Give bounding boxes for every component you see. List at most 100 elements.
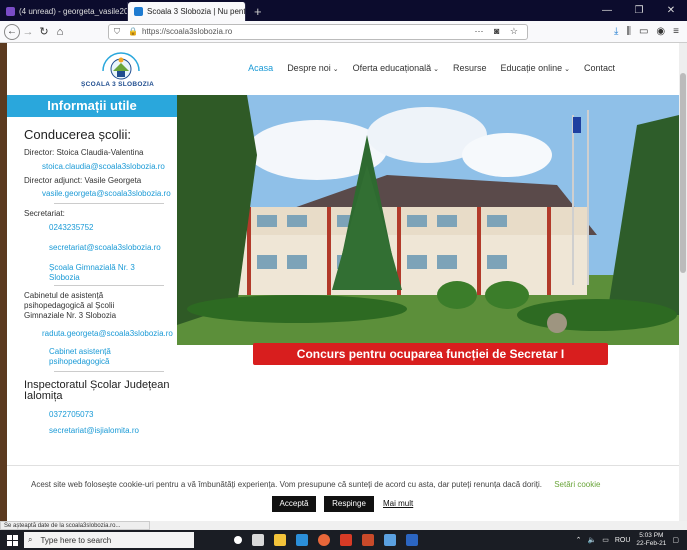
label-line: psihopedagogică al Școlii xyxy=(24,301,115,310)
word-icon[interactable] xyxy=(406,534,418,546)
menu-item-acasa[interactable]: Acasa xyxy=(248,63,273,73)
cookie-settings-link[interactable]: Setări cookie xyxy=(554,480,600,489)
secretariat-phone-link[interactable]: 0243235752 xyxy=(49,223,177,233)
director-email-link[interactable]: stoica.claudia@scoala3slobozia.ro xyxy=(42,162,177,172)
clock[interactable]: 5:03 PM 22-Feb-21 xyxy=(636,532,666,548)
link-line: Școala Gimnazială Nr. 3 xyxy=(49,263,135,272)
isj-heading: Inspectoratul Școlar Județean Ialomița xyxy=(24,380,177,402)
school-link[interactable]: Școala Gimnazială Nr. 3 Slobozia xyxy=(49,263,177,283)
volume-icon[interactable]: 🔈 xyxy=(587,536,596,544)
school-building-photo xyxy=(177,95,679,345)
vertical-scrollbar[interactable] xyxy=(679,43,687,521)
windows-taskbar: ⌕ Type here to search ⌃ 🔈 ▭ ROU 5:03 PM … xyxy=(0,530,687,550)
deputy-label: Director adjunct: Vasile Georgeta xyxy=(24,176,142,185)
shield-icon: ⛉ xyxy=(114,26,120,36)
site-favicon-icon xyxy=(134,7,143,16)
cortana-icon[interactable] xyxy=(234,536,242,544)
task-view-icon[interactable] xyxy=(252,534,264,546)
chevron-down-icon: ⌄ xyxy=(564,66,570,73)
secretariat-email-link[interactable]: secretariat@scoala3slobozia.ro xyxy=(49,243,177,253)
cookie-reject-button[interactable]: Respinge xyxy=(324,496,374,512)
file-explorer-icon[interactable] xyxy=(274,534,286,546)
search-icon: ⌕ xyxy=(28,535,33,544)
menu-item-oferta[interactable]: Oferta educațională ⌄ xyxy=(353,63,439,73)
clock-time: 5:03 PM xyxy=(639,532,664,539)
tab-school[interactable]: Scoala 3 Slobozia | Nu pentru ș... ✕ xyxy=(128,2,246,21)
cookie-consent-bar: Acest site web folosește cookie-uri pent… xyxy=(7,465,679,521)
language-indicator[interactable]: ROU xyxy=(615,537,631,544)
divider xyxy=(54,203,164,204)
site-header: ȘCOALA 3 SLOBOZIA Acasa Despre noi ⌄ Ofer… xyxy=(7,43,679,95)
horizontal-scrollbar[interactable] xyxy=(150,521,687,530)
close-window-icon[interactable]: ✕ xyxy=(655,5,687,16)
taskbar-apps xyxy=(234,534,418,546)
url-bar[interactable]: ⛉ 🔒 https://scoala3slobozia.ro ⋯ ◙ ☆ xyxy=(108,23,528,40)
divider xyxy=(54,285,164,286)
sidebar-icon[interactable]: ▭ xyxy=(639,26,648,37)
cabinet-email-link[interactable]: raduta.georgeta@scoala3slobozia.ro xyxy=(42,329,177,339)
menu-label: Oferta educațională xyxy=(352,63,432,73)
browser-tab-bar: (4 unread) - georgeta_vasile20... ✕ Scoa… xyxy=(0,0,687,21)
cabinet-link[interactable]: Cabinet asistență psihopedagogică xyxy=(49,347,177,367)
home-icon[interactable]: ⌂ xyxy=(52,26,68,38)
scrollbar-thumb[interactable] xyxy=(680,73,686,273)
menu-item-resurse[interactable]: Resurse xyxy=(453,63,487,73)
label-line: Gimnaziale Nr. 3 Slobozia xyxy=(24,311,117,320)
forward-arrow-icon[interactable]: → xyxy=(20,26,36,38)
network-icon[interactable]: ▭ xyxy=(602,536,609,544)
label-line: Cabinetul de asistență xyxy=(24,291,104,300)
browser-nav-bar: ← → ↻ ⌂ ⛉ 🔒 https://scoala3slobozia.ro ⋯… xyxy=(0,21,687,43)
link-line: psihopedagogică xyxy=(49,357,110,366)
isj-phone-link[interactable]: 0372705073 xyxy=(49,410,177,420)
firefox-icon[interactable] xyxy=(318,534,330,546)
reload-icon[interactable]: ↻ xyxy=(36,25,52,38)
web-page: ȘCOALA 3 SLOBOZIA Acasa Despre noi ⌄ Ofer… xyxy=(7,43,679,521)
status-bar: Se așteaptă date de la scoala3slobozia.r… xyxy=(0,521,150,530)
office-icon[interactable] xyxy=(340,534,352,546)
tab-label: (4 unread) - georgeta_vasile20... xyxy=(19,7,128,16)
download-icon[interactable]: ⤓ xyxy=(614,26,618,37)
link-line: Cabinet asistență xyxy=(49,347,111,356)
edge-icon[interactable] xyxy=(296,534,308,546)
cookie-message: Acest site web folosește cookie-uri pent… xyxy=(31,480,600,489)
windows-start-icon[interactable] xyxy=(0,530,24,550)
menu-item-despre-noi[interactable]: Despre noi ⌄ xyxy=(287,63,338,73)
minimize-icon[interactable]: — xyxy=(591,5,623,16)
info-sidebar: Informații utile Conducerea școlii: Dire… xyxy=(7,95,177,521)
isj-email-link[interactable]: secretariat@isjialomita.ro xyxy=(49,426,177,436)
chevron-down-icon: ⌄ xyxy=(332,66,339,73)
taskbar-search-input[interactable]: ⌕ Type here to search xyxy=(24,532,194,548)
toolbar-icons: ⤓ ⫼ ▭ ◉ ≡ xyxy=(614,26,683,37)
clock-date: 22-Feb-21 xyxy=(636,540,667,547)
chevron-up-icon[interactable]: ⌃ xyxy=(576,536,582,544)
photos-icon[interactable] xyxy=(384,534,396,546)
tab-email[interactable]: (4 unread) - georgeta_vasile20... ✕ xyxy=(0,2,128,21)
back-arrow-icon[interactable]: ← xyxy=(4,23,20,40)
cabinet-label: Cabinetul de asistență psihopedagogică al… xyxy=(24,291,177,321)
chevron-down-icon: ⌄ xyxy=(433,66,440,73)
director-label: Director: Stoica Claudia-Valentina xyxy=(24,148,144,157)
extension-icon[interactable]: ◉ xyxy=(656,26,665,37)
cookie-accept-button[interactable]: Acceptă xyxy=(272,496,316,512)
section-heading: Conducerea școlii: xyxy=(24,127,131,142)
mail-icon xyxy=(6,7,15,16)
menu-item-educatie-online[interactable]: Educație online ⌄ xyxy=(501,63,570,73)
deputy-email-link[interactable]: vasile.georgeta@scoala3slobozia.ro xyxy=(42,189,177,199)
cookie-text: Acest site web folosește cookie-uri pent… xyxy=(31,480,542,489)
menu-label: Educație online xyxy=(500,63,563,73)
lock-icon: 🔒 xyxy=(128,27,138,36)
library-icon[interactable]: ⫼ xyxy=(626,26,631,37)
menu-item-contact[interactable]: Contact xyxy=(584,63,615,73)
divider xyxy=(54,371,164,372)
sidebar-title: Informații utile xyxy=(7,95,177,117)
cookie-more-link[interactable]: Mai mult xyxy=(383,499,413,508)
menu-icon[interactable]: ≡ xyxy=(673,26,679,37)
menu-label: Despre noi xyxy=(287,63,331,73)
restore-icon[interactable]: ❐ xyxy=(623,5,655,16)
powerpoint-icon[interactable] xyxy=(362,534,374,546)
logo-text: ȘCOALA 3 SLOBOZIA xyxy=(81,81,155,88)
notifications-icon[interactable]: ▢ xyxy=(672,536,679,544)
new-tab-button[interactable]: + xyxy=(246,2,270,21)
announcement-banner[interactable]: Concurs pentru ocuparea funcției de Secr… xyxy=(253,343,608,365)
page-actions[interactable]: ⋯ ◙ ☆ xyxy=(474,26,522,37)
